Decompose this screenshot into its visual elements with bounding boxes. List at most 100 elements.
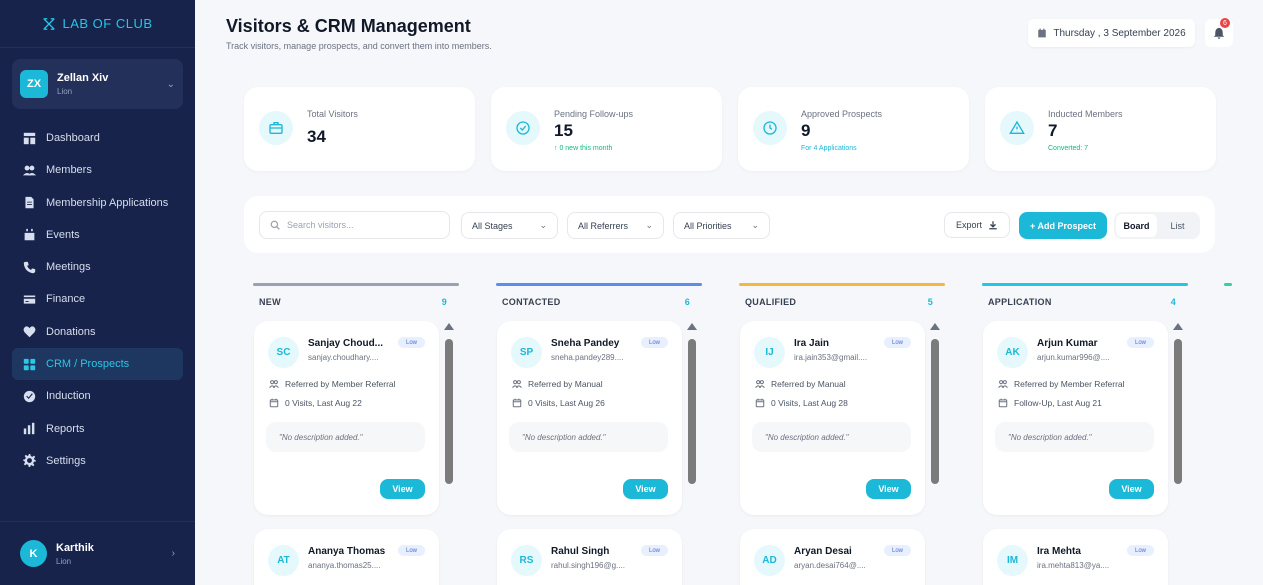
users-icon [512,380,522,389]
priority-filter[interactable]: All Priorities ⌄ [673,212,770,239]
view-button[interactable]: View [623,479,668,499]
scrollbar-thumb[interactable] [688,339,696,484]
prospect-email: sneha.pandey289.... [551,353,624,362]
sidebar-item-membership-applications[interactable]: Membership Applications [12,187,183,219]
account-name: Zellan Xiv [57,72,109,84]
prospect-card[interactable]: IJ Ira Jain ira.jain353@gmail.... Low Re… [740,321,925,515]
bar-chart-icon [23,422,35,435]
notification-badge: 6 [1220,18,1230,28]
sidebar-item-meetings[interactable]: Meetings [12,251,183,283]
check-circle-icon [23,390,36,403]
view-list-button[interactable]: List [1157,214,1198,237]
priority-badge: Low [641,545,668,556]
stat-sub: ↑ 0 new this month [554,145,613,152]
prospect-avatar: SP [511,337,542,368]
page-subtitle: Track visitors, manage prospects, and co… [226,41,492,51]
sidebar-nav: Dashboard Members Membership Application… [12,122,183,477]
sidebar-item-dashboard[interactable]: Dashboard [12,122,183,154]
column-title: CONTACTED [502,297,561,307]
download-icon [989,221,997,230]
referrer-filter[interactable]: All Referrers ⌄ [567,212,664,239]
prospect-description: "No description added." [266,422,425,452]
stat-value: 15 [554,121,573,140]
column-header: APPLICATION 4 [988,297,1176,307]
scrollbar-thumb[interactable] [445,339,453,484]
export-label: Export [955,220,982,230]
sidebar-item-donations[interactable]: Donations [12,316,183,348]
stage-filter-value: All Stages [472,220,513,231]
prospect-description: "No description added." [509,422,668,452]
view-button[interactable]: View [866,479,911,499]
logo-icon [43,17,56,30]
filter-toolbar: Search visitors... All Stages ⌄ All Refe… [244,196,1215,253]
priority-filter-value: All Priorities [684,220,732,231]
sidebar-item-finance[interactable]: Finance [12,283,183,315]
logo[interactable]: LAB OF CLUB [0,0,195,48]
search-input[interactable]: Search visitors... [259,211,450,239]
scroll-up-arrow-icon[interactable] [687,323,697,330]
column-title: QUALIFIED [745,297,797,307]
stage-filter[interactable]: All Stages ⌄ [461,212,558,239]
prospect-avatar: RS [511,545,542,576]
search-placeholder: Search visitors... [287,220,354,230]
sidebar-item-label: Induction [46,390,91,403]
visits-text: Follow-Up, Last Aug 21 [1014,398,1102,408]
scrollbar-thumb[interactable] [931,339,939,484]
scroll-up-arrow-icon[interactable] [1173,323,1183,330]
view-button[interactable]: View [1109,479,1154,499]
prospect-card[interactable]: AT Ananya Thomas ananya.thomas25.... Low [254,529,439,585]
prospect-email: sanjay.choudhary.... [308,353,379,362]
warning-triangle-icon [1000,111,1034,145]
stat-value: 7 [1048,121,1058,140]
phone-icon [23,261,36,273]
user-role: Lion [56,556,72,566]
prospect-card[interactable]: AD Aryan Desai aryan.desai764@.... Low [740,529,925,585]
account-switcher[interactable]: ZX Zellan Xiv Lion ⌄ [12,59,183,109]
export-button[interactable]: Export [944,212,1010,238]
prospect-email: rahul.singh196@g.... [551,561,625,570]
user-name: Karthik [56,541,94,554]
notifications-button[interactable]: 6 [1205,18,1233,47]
column-scrollbar[interactable] [687,323,697,585]
sidebar-item-crm-prospects[interactable]: CRM / Prospects [12,348,183,381]
column-color-bar [496,283,702,286]
priority-badge: Low [1127,545,1154,556]
sidebar-item-settings[interactable]: Settings [12,445,183,477]
column-scrollbar[interactable] [930,323,940,585]
users-icon [269,380,279,389]
sidebar-item-reports[interactable]: Reports [12,413,183,445]
chevron-right-icon: › [171,548,175,559]
sidebar-item-events[interactable]: Events [12,219,183,251]
prospect-email: aryan.desai764@.... [794,561,866,570]
prospect-card[interactable]: RS Rahul Singh rahul.singh196@g.... Low [497,529,682,585]
view-board-button[interactable]: Board [1116,214,1157,237]
sidebar-item-members[interactable]: Members [12,154,183,186]
prospect-name: Arjun Kumar [1037,338,1098,349]
scrollbar-thumb[interactable] [1174,339,1182,484]
kanban-column: NEW 9 SC Sanjay Choud... sanjay.choudhar… [253,283,459,585]
sidebar-item-label: Reports [46,422,85,435]
referral-line: Referred by Manual [512,379,603,389]
prospect-card[interactable]: SC Sanjay Choud... sanjay.choudhary.... … [254,321,439,515]
sidebar-item-induction[interactable]: Induction [12,380,183,412]
logo-text: LAB OF CLUB [62,16,153,31]
bell-icon [1213,27,1225,39]
sidebar-item-label: Dashboard [46,132,100,144]
prospect-name: Ananya Thomas [308,546,386,557]
visits-text: 0 Visits, Last Aug 28 [771,398,848,408]
view-button[interactable]: View [380,479,425,499]
add-prospect-button[interactable]: + Add Prospect [1019,212,1107,239]
current-user[interactable]: K Karthik Lion › [0,521,195,585]
prospect-card[interactable]: SP Sneha Pandey sneha.pandey289.... Low … [497,321,682,515]
prospect-card[interactable]: IM Ira Mehta ira.mehta813@ya.... Low [983,529,1168,585]
column-scrollbar[interactable] [1173,323,1183,585]
prospect-avatar: AT [268,545,299,576]
column-scrollbar[interactable] [444,323,454,585]
sidebar-item-label: Donations [46,325,96,338]
briefcase-icon [259,111,293,145]
prospect-card[interactable]: AK Arjun Kumar arjun.kumar996@.... Low R… [983,321,1168,515]
referral-text: Referred by Manual [528,379,603,389]
prospect-name: Sneha Pandey [551,338,620,349]
scroll-up-arrow-icon[interactable] [444,323,454,330]
scroll-up-arrow-icon[interactable] [930,323,940,330]
